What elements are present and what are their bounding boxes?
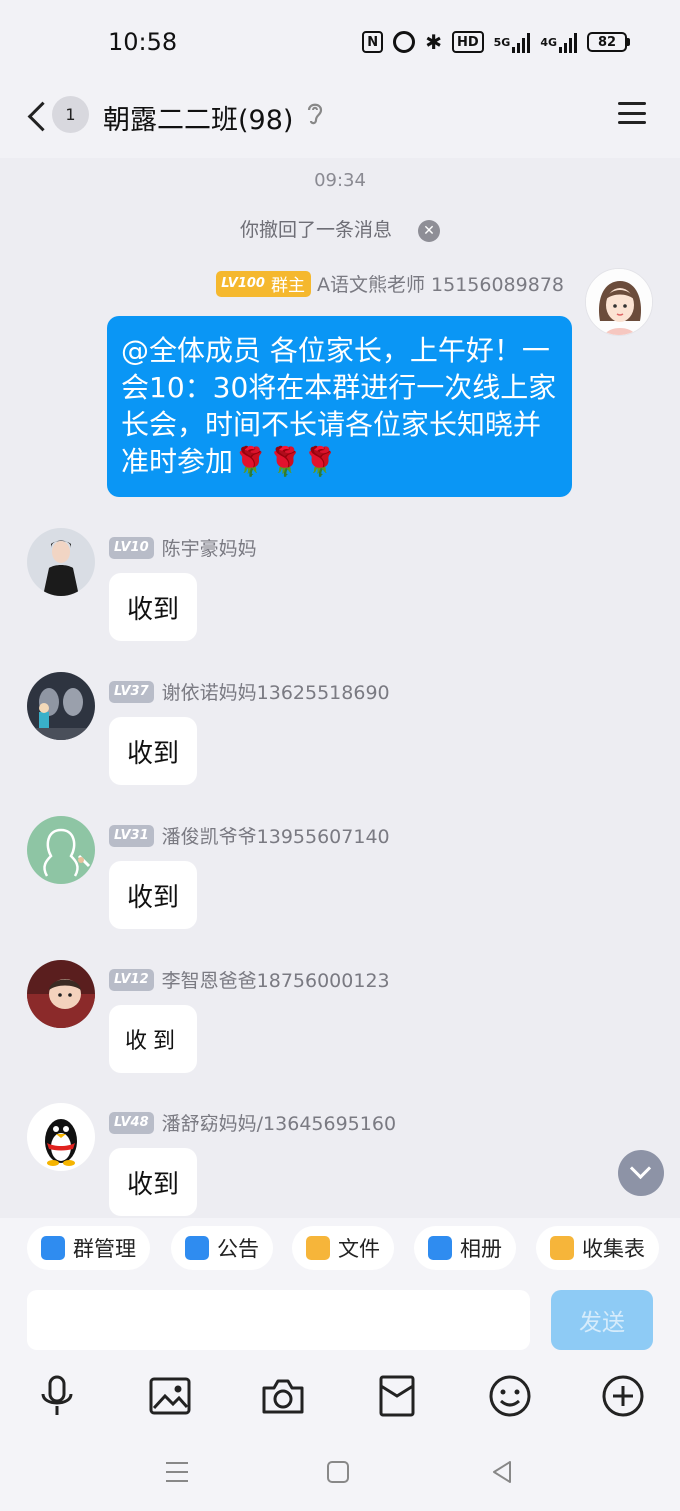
group-title[interactable]: 朝露二二班(98)	[103, 98, 293, 137]
signal-4g-label: 4G	[540, 35, 557, 49]
battery-icon: 82	[587, 32, 630, 52]
level-badge: LV10	[109, 536, 154, 559]
clipboard-icon	[550, 1236, 574, 1260]
recall-notice-text: 你撤回了一条消息	[239, 219, 392, 241]
level-badge: LV37	[109, 680, 154, 703]
home-nav-icon[interactable]	[318, 1454, 358, 1490]
owner-name[interactable]: A语文熊老师 15156089878	[317, 270, 564, 297]
avatar[interactable]	[27, 816, 95, 884]
input-toolbar	[0, 1360, 680, 1432]
battery-level: 82	[587, 32, 627, 52]
message-bubble[interactable]: 收到	[109, 573, 197, 641]
avatar[interactable]	[585, 268, 653, 336]
owner-message-bubble[interactable]: @全体成员 各位家长，上午好！一会10：30将在本群进行一次线上家长会，时间不长…	[107, 316, 572, 497]
chip-label: 群管理	[73, 1237, 136, 1261]
announcement-button[interactable]: 公告	[171, 1226, 273, 1270]
level-badge: LV12	[109, 968, 154, 991]
sender-name[interactable]: 潘舒窈妈妈/13645695160	[162, 1109, 396, 1136]
list-item: LV10 陈宇豪妈妈 收到	[0, 528, 680, 668]
album-icon	[428, 1236, 452, 1260]
back-nav-icon[interactable]	[482, 1454, 522, 1490]
plus-icon[interactable]	[599, 1372, 647, 1420]
bluetooth-icon: ✱	[425, 30, 442, 54]
list-item: LV31 潘俊凯爷爷13955607140 收到	[0, 816, 680, 956]
sender-name[interactable]: 谢依诺妈妈13625518690	[162, 678, 390, 705]
quick-action-bar: 群管理 公告 文件 相册 收集表	[0, 1218, 680, 1282]
image-icon[interactable]	[146, 1372, 194, 1420]
earpiece-mode-icon[interactable]	[305, 100, 325, 132]
more-menu-button[interactable]	[618, 102, 646, 124]
folder-icon	[306, 1236, 330, 1260]
sender-name[interactable]: 陈宇豪妈妈	[162, 534, 257, 561]
send-button[interactable]: 发送	[551, 1290, 653, 1350]
status-bar: 10:58 N ✱ HD 5G 4G 82	[0, 0, 680, 88]
collection-form-button[interactable]: 收集表	[536, 1226, 659, 1270]
chat-header: 1 朝露二二班(98)	[0, 88, 680, 158]
level-badge: LV31	[109, 824, 154, 847]
group-manage-icon	[41, 1236, 65, 1260]
sender-meta: LV48 潘舒窈妈妈/13645695160	[109, 1109, 396, 1136]
sender-meta: LV12 李智恩爸爸18756000123	[109, 966, 390, 993]
message-input[interactable]	[27, 1290, 530, 1350]
sender-meta: LV31 潘俊凯爷爷13955607140	[109, 822, 390, 849]
sender-name[interactable]: 李智恩爸爸18756000123	[162, 966, 390, 993]
system-nav-bar	[0, 1432, 680, 1511]
sender-meta: LV10 陈宇豪妈妈	[109, 534, 257, 561]
scroll-to-bottom-button[interactable]	[618, 1150, 664, 1196]
list-item: LV37 谢依诺妈妈13625518690 收到	[0, 672, 680, 812]
hd-icon: HD	[451, 31, 484, 53]
signal-5g-icon: 5G	[494, 31, 531, 53]
signal-4g-icon: 4G	[540, 31, 577, 53]
sender-meta: LV37 谢依诺妈妈13625518690	[109, 678, 390, 705]
back-button[interactable]	[22, 96, 54, 136]
announcement-icon	[185, 1236, 209, 1260]
chip-label: 收集表	[582, 1237, 645, 1261]
unread-count-badge[interactable]: 1	[52, 96, 89, 133]
camera-icon[interactable]	[259, 1372, 307, 1420]
menu-nav-icon[interactable]	[157, 1454, 197, 1490]
files-button[interactable]: 文件	[292, 1226, 394, 1270]
status-time: 10:58	[108, 28, 178, 56]
owner-level-badge: LV100 群主	[216, 270, 311, 297]
recall-notice: 你撤回了一条消息 ✕	[0, 215, 680, 242]
owner-level: LV100	[221, 276, 265, 291]
nfc-icon: N	[362, 31, 384, 53]
message-timestamp: 09:34	[314, 170, 366, 191]
message-bubble[interactable]: 收到	[109, 1148, 197, 1216]
group-manage-button[interactable]: 群管理	[27, 1226, 150, 1270]
chip-label: 相册	[460, 1237, 502, 1261]
status-icons: N ✱ HD 5G 4G 82	[362, 30, 630, 54]
sender-name[interactable]: 潘俊凯爷爷13955607140	[162, 822, 390, 849]
composer: 发送	[0, 1282, 680, 1360]
alarm-icon	[393, 31, 416, 53]
avatar[interactable]	[27, 672, 95, 740]
level-badge: LV48	[109, 1111, 154, 1134]
chip-label: 公告	[217, 1237, 259, 1261]
red-packet-icon[interactable]	[373, 1372, 421, 1420]
avatar[interactable]	[27, 1103, 95, 1171]
avatar[interactable]	[27, 960, 95, 1028]
album-button[interactable]: 相册	[414, 1226, 516, 1270]
avatar[interactable]	[27, 528, 95, 596]
chip-label: 文件	[338, 1237, 380, 1261]
microphone-icon[interactable]	[33, 1372, 81, 1420]
message-bubble[interactable]: 收到	[109, 861, 197, 929]
owner-role: 群主	[270, 276, 305, 296]
message-bubble[interactable]: 收到	[109, 717, 197, 785]
close-icon[interactable]: ✕	[418, 219, 440, 242]
message-bubble[interactable]: 收到	[109, 1005, 197, 1073]
signal-5g-label: 5G	[493, 35, 511, 49]
owner-meta: LV100 群主 A语文熊老师 15156089878	[216, 270, 564, 297]
emoji-icon[interactable]	[486, 1372, 534, 1420]
list-item: LV12 李智恩爸爸18756000123 收到	[0, 960, 680, 1100]
